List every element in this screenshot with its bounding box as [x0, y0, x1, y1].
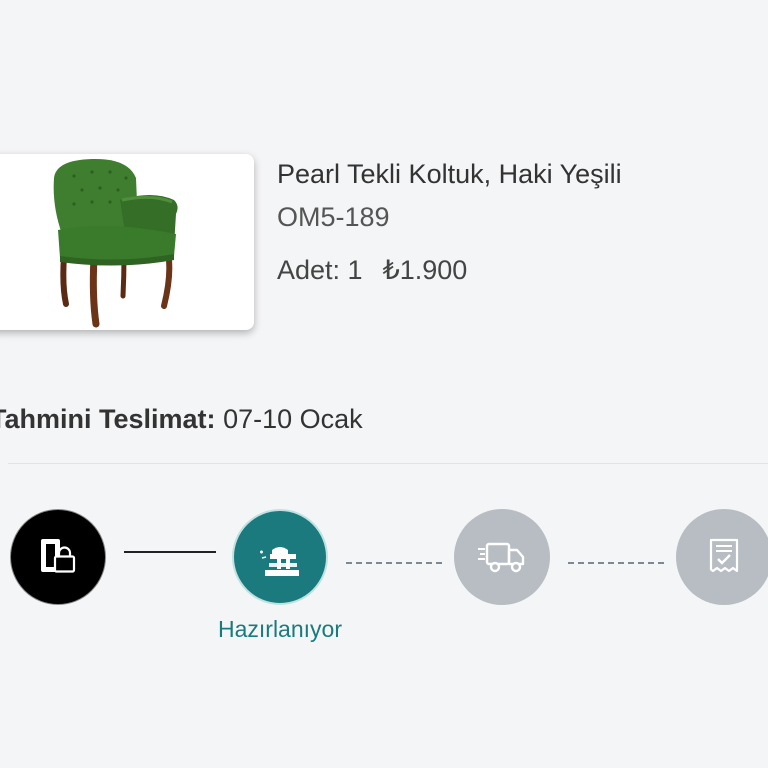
step-connector-pending — [346, 562, 442, 564]
step-label-preparing: Hazırlanıyor — [218, 616, 342, 642]
step-delivered — [676, 509, 768, 605]
estimated-delivery-label: Tahmini Teslimat: — [0, 404, 216, 434]
preparing-icon — [260, 547, 299, 576]
step-shipping — [454, 509, 550, 605]
product-sku: OM5-189 — [277, 202, 390, 232]
estimated-delivery-value: 07-10 Ocak — [223, 404, 363, 434]
quantity-price-row: Adet: 1 ₺1.900 — [277, 255, 467, 286]
product-price: ₺1.900 — [382, 255, 468, 285]
invoice-delivered-icon — [709, 538, 739, 573]
product-name: Pearl Tekli Koltuk, Haki Yeşili — [277, 159, 622, 189]
step-preparing — [232, 509, 328, 605]
product-image-card[interactable] — [0, 154, 254, 330]
divider — [8, 463, 768, 464]
estimated-delivery: Tahmini Teslimat: 07-10 Ocak — [0, 404, 363, 435]
shipping-truck-icon — [478, 542, 525, 573]
quantity-label: Adet: 1 — [277, 255, 363, 285]
step-order-confirmed — [10, 509, 106, 605]
step-connector-completed — [124, 551, 216, 553]
step-connector-pending — [568, 562, 664, 564]
order-confirmed-icon — [41, 539, 76, 573]
armchair-image — [53, 158, 178, 328]
